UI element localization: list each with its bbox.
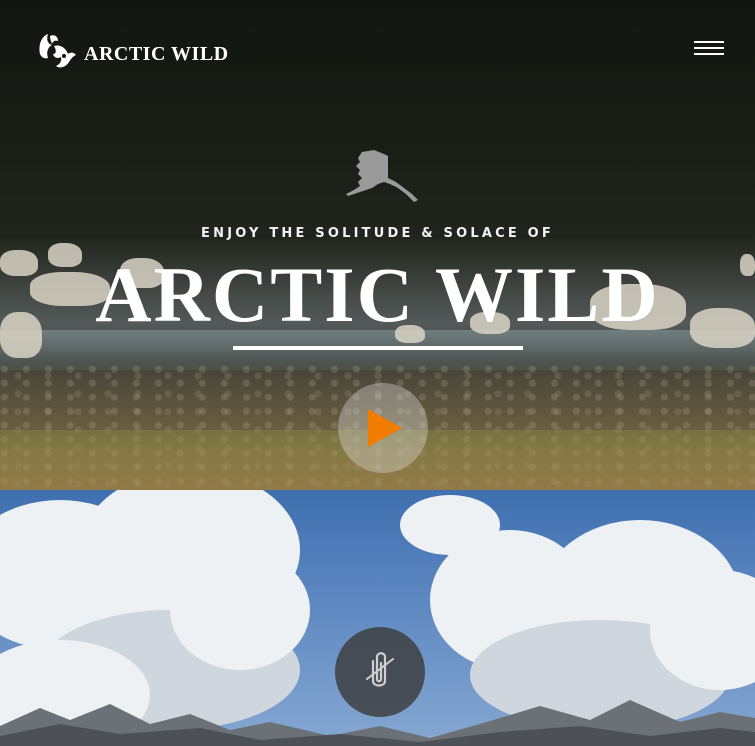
hamburger-menu-button[interactable]	[690, 38, 726, 60]
cloud	[400, 495, 500, 555]
hero-title: ARCTIC WILD	[95, 251, 660, 338]
logo-text: ARCTIC WILD	[84, 42, 229, 65]
title-underline	[233, 346, 523, 350]
site-logo[interactable]: ARCTIC WILD	[36, 32, 229, 70]
landscape-section	[0, 490, 755, 746]
paperclip-badge-icon	[366, 652, 394, 687]
caribou-antler-logo-icon	[39, 34, 76, 68]
alaska-map-icon	[346, 150, 418, 202]
cloud	[170, 550, 310, 670]
feature-badge-button[interactable]	[335, 627, 425, 717]
hero-section: ARCTIC WILD ENJOY THE SOLITUDE & SOLACE …	[0, 0, 755, 490]
play-video-button[interactable]	[338, 383, 428, 473]
play-icon	[368, 409, 402, 447]
hero-tagline: ENJOY THE SOLITUDE & SOLACE OF	[201, 226, 554, 241]
